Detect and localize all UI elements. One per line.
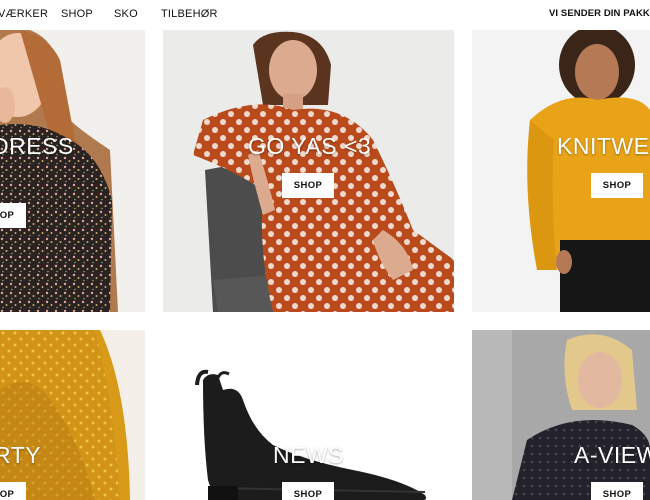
shop-button[interactable]: SHOP: [591, 482, 643, 500]
shop-button[interactable]: SHOP: [591, 173, 643, 198]
nav-item-vaerker[interactable]: VÆRKER: [0, 8, 48, 20]
category-tile-party[interactable]: RTY SHOP: [0, 330, 145, 500]
tile-title: DRESS: [0, 133, 74, 159]
model-in-black-lace-top-image: [472, 330, 650, 500]
tile-title: NEWS: [273, 442, 344, 468]
category-tile-news[interactable]: NEWS SHOP: [163, 330, 454, 500]
nav-item-shop[interactable]: SHOP: [61, 8, 93, 20]
shop-button[interactable]: SHOP: [282, 482, 334, 500]
category-tile-dress[interactable]: DRESS SHOP: [0, 30, 145, 312]
model-in-yellow-knit-sweater-image: [472, 30, 650, 312]
shipping-promo-text: VI SENDER DIN PAKKE I: [549, 8, 650, 19]
mustard-dotted-party-dress-image: [0, 330, 145, 500]
shop-button[interactable]: SHOP: [0, 203, 26, 228]
black-croc-ankle-boot-image: [195, 369, 427, 500]
category-tile-a-view[interactable]: A-VIEW SHOP: [472, 330, 650, 500]
shop-button[interactable]: SHOP: [282, 173, 334, 198]
category-tile-go-yas[interactable]: GO YAS <3 SHOP: [163, 30, 454, 312]
model-in-floral-dress-image: [0, 30, 118, 312]
nav-item-sko[interactable]: SKO: [114, 8, 138, 20]
tile-title: RTY: [0, 442, 42, 468]
nav-item-tilbehor[interactable]: TILBEHØR: [161, 8, 218, 20]
top-navigation: VÆRKER SHOP SKO TILBEHØR VI SENDER DIN P…: [0, 0, 650, 28]
tile-title: GO YAS <3: [248, 133, 372, 159]
tile-title: A-VIEW: [574, 442, 650, 468]
category-tile-knitwear[interactable]: KNITWEA SHOP: [472, 30, 650, 312]
shop-button[interactable]: SHOP: [0, 482, 26, 500]
tile-title: KNITWEA: [557, 133, 650, 159]
model-in-orange-polka-dot-dress-on-chair-image: [163, 30, 454, 312]
